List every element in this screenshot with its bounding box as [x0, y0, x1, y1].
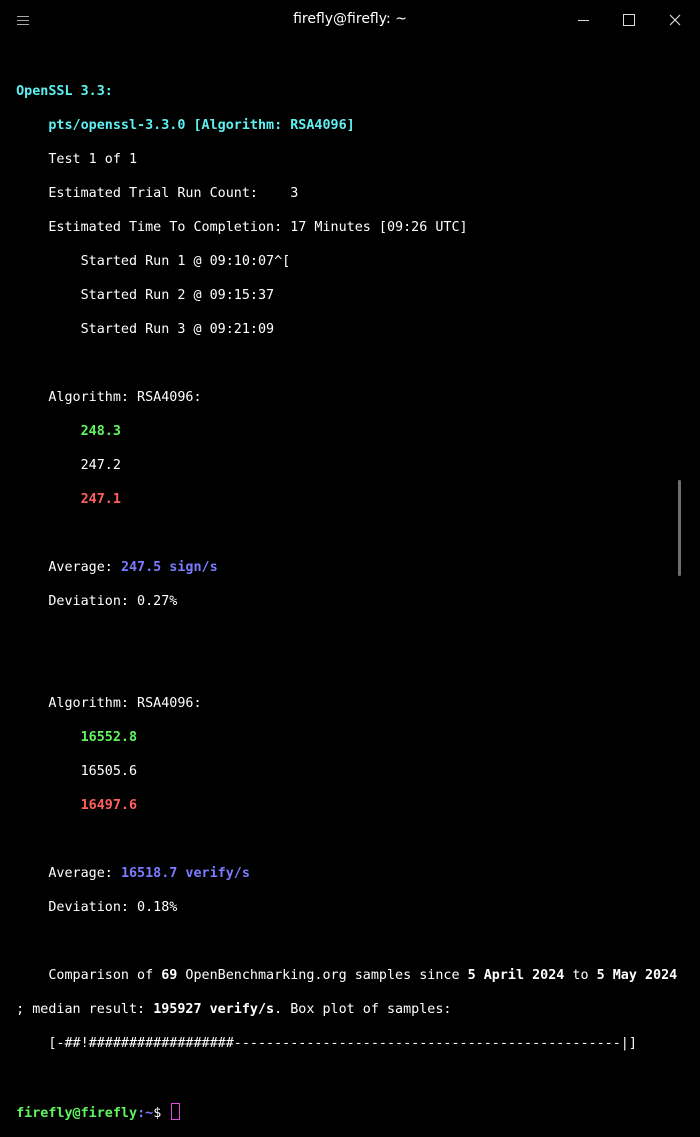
median-result: 195927 verify/s — [153, 1002, 275, 1017]
result-best: 248.3 — [80, 424, 121, 439]
result-worst: 16497.6 — [80, 798, 138, 813]
comparison-text: to — [564, 968, 597, 983]
run-line: Started Run 3 @ 09:21:09 — [80, 322, 275, 337]
title-bar: firefly@firefly: ~ — [0, 0, 700, 40]
comparison-text: ; median result: — [16, 1002, 154, 1017]
eta-value: 17 Minutes [09:26 UTC] — [290, 220, 468, 235]
test-index: Test 1 of 1 — [48, 152, 138, 167]
sample-count: 69 — [161, 968, 178, 983]
close-icon[interactable] — [652, 0, 698, 40]
run-line: Started Run 1 @ 09:10:07^[ — [80, 254, 291, 269]
prompt-symbol: $ — [153, 1106, 170, 1121]
trial-count-value: 3 — [290, 186, 299, 201]
comparison-text: OpenBenchmarking.org samples since — [177, 968, 468, 983]
date-to: 5 May 2024 — [596, 968, 678, 983]
deviation: Deviation: 0.18% — [48, 900, 178, 915]
algorithm-label: Algorithm: RSA4096: — [48, 696, 202, 711]
terminal-output[interactable]: OpenSSL 3.3: pts/openssl-3.3.0 [Algorith… — [0, 66, 690, 1121]
result-best: 16552.8 — [80, 730, 138, 745]
result-worst: 247.1 — [80, 492, 121, 507]
result-value: 16505.6 — [80, 764, 138, 779]
date-from: 5 April 2024 — [467, 968, 565, 983]
maximize-icon[interactable] — [606, 0, 652, 40]
run-line: Started Run 2 @ 09:15:37 — [80, 288, 275, 303]
average-value: 16518.7 verify/s — [120, 866, 250, 881]
comparison-text: . Box plot of samples: — [274, 1002, 452, 1017]
prompt-user-host: firefly@firefly — [16, 1106, 138, 1121]
scrollbar-thumb[interactable] — [678, 480, 681, 576]
minimize-icon[interactable] — [560, 0, 606, 40]
box-plot: [-##!##################-----------------… — [48, 1036, 637, 1051]
test-header: OpenSSL 3.3: — [16, 84, 113, 99]
prompt-path: :~ — [137, 1106, 154, 1121]
algorithm-label: Algorithm: RSA4096: — [48, 390, 202, 405]
eta-label: Estimated Time To Completion: — [48, 220, 283, 235]
text-cursor[interactable] — [171, 1103, 181, 1120]
test-name: pts/openssl-3.3.0 [Algorithm: RSA4096] — [48, 118, 355, 133]
trial-count-label: Estimated Trial Run Count: — [48, 186, 258, 201]
result-value: 247.2 — [80, 458, 121, 473]
average-label: Average: — [48, 866, 113, 881]
average-label: Average: — [48, 560, 113, 575]
average-value: 247.5 sign/s — [120, 560, 218, 575]
deviation: Deviation: 0.27% — [48, 594, 178, 609]
comparison-text: Comparison of — [48, 968, 162, 983]
